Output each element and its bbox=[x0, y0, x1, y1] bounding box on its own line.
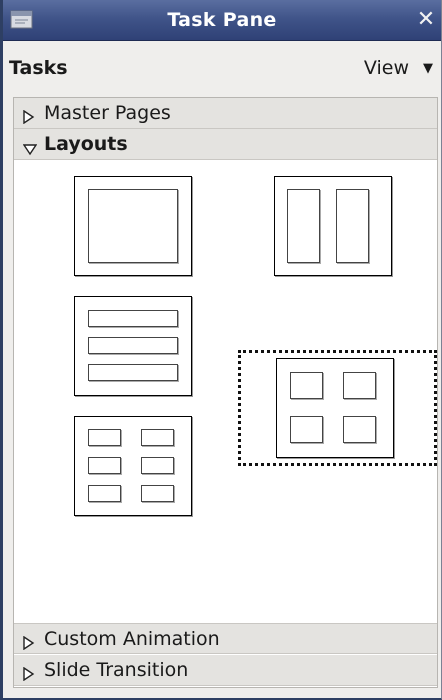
title-bar[interactable]: Task Pane ✕ bbox=[3, 0, 441, 41]
layout-placeholder bbox=[88, 429, 121, 446]
layout-placeholder bbox=[88, 364, 178, 381]
layout-placeholder bbox=[287, 189, 320, 263]
task-header: Tasks View ▼ bbox=[3, 41, 441, 97]
layout-placeholder bbox=[88, 337, 178, 354]
layout-placeholder bbox=[88, 457, 121, 474]
layout-placeholder bbox=[141, 485, 174, 502]
collapse-arrow-icon bbox=[22, 139, 38, 156]
section-label: Layouts bbox=[44, 133, 128, 155]
layout-placeholder bbox=[290, 372, 323, 399]
selected-layout-frame bbox=[238, 350, 437, 466]
layout-placeholder bbox=[290, 416, 323, 443]
window-title: Task Pane bbox=[167, 9, 277, 31]
layout-placeholder bbox=[343, 416, 376, 443]
section-custom-animation[interactable]: Custom Animation bbox=[14, 623, 437, 654]
task-pane-window: Task Pane ✕ Tasks View ▼ Master Pages Lay… bbox=[0, 0, 442, 700]
close-icon[interactable]: ✕ bbox=[411, 0, 441, 41]
view-menu-button[interactable]: View ▼ bbox=[364, 57, 433, 79]
layout-two-columns[interactable] bbox=[274, 176, 392, 276]
section-label: Custom Animation bbox=[44, 628, 220, 650]
section-label: Master Pages bbox=[44, 102, 171, 124]
layout-placeholder bbox=[141, 429, 174, 446]
section-slide-transition[interactable]: Slide Transition bbox=[14, 655, 437, 686]
layouts-grid bbox=[14, 160, 437, 621]
section-layouts[interactable]: Layouts bbox=[14, 129, 437, 160]
layout-placeholder bbox=[88, 189, 178, 263]
section-master-pages[interactable]: Master Pages bbox=[14, 98, 437, 129]
layout-placeholder bbox=[343, 372, 376, 399]
layout-title-content[interactable] bbox=[74, 176, 192, 276]
layout-placeholder bbox=[141, 457, 174, 474]
task-panel: Master Pages Layouts Custom Animation Sl… bbox=[13, 97, 438, 688]
layout-four-objects[interactable] bbox=[276, 358, 394, 458]
layout-placeholder bbox=[88, 310, 178, 327]
expand-arrow-icon bbox=[23, 664, 35, 682]
expand-arrow-icon bbox=[23, 107, 35, 125]
layout-placeholder bbox=[88, 485, 121, 502]
tasks-label: Tasks bbox=[9, 57, 68, 79]
view-label: View bbox=[363, 57, 409, 79]
layout-three-rows[interactable] bbox=[74, 296, 192, 396]
layout-placeholder bbox=[336, 189, 369, 263]
layout-six-objects[interactable] bbox=[74, 416, 192, 516]
section-label: Slide Transition bbox=[44, 659, 189, 681]
chevron-down-icon: ▼ bbox=[423, 61, 433, 76]
expand-arrow-icon bbox=[23, 633, 35, 651]
